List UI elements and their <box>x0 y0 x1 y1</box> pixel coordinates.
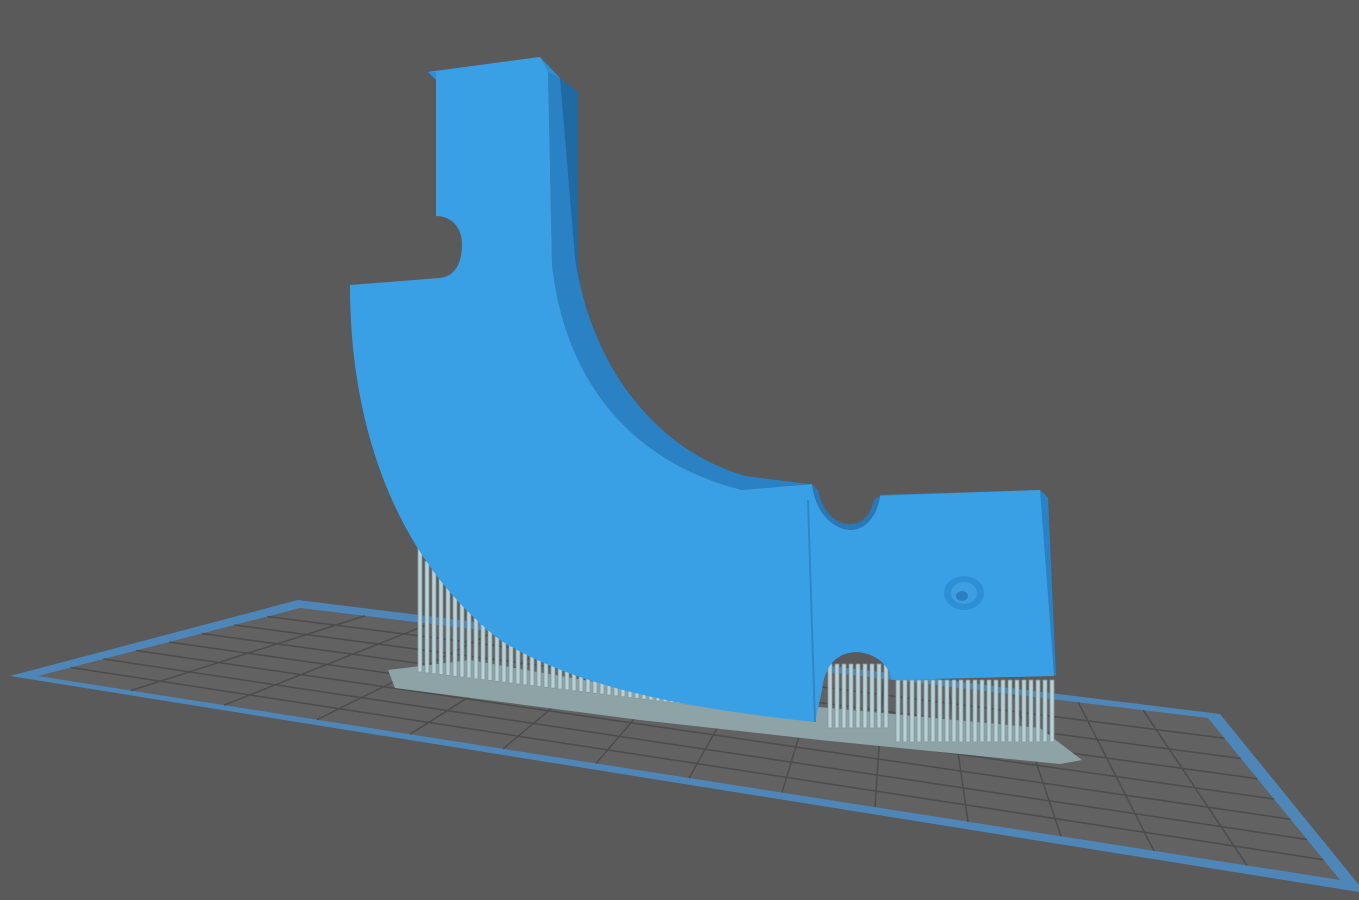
support-pillar <box>902 679 908 743</box>
support-pillar <box>916 679 922 743</box>
countersunk-hole-icon <box>944 576 984 610</box>
support-pillar <box>909 679 915 743</box>
support-pillar <box>848 663 854 729</box>
support-pillar <box>951 679 957 743</box>
support-pillar <box>424 560 430 674</box>
support-pillar <box>1000 679 1006 743</box>
support-pillar <box>431 568 437 675</box>
support-pillar <box>1028 679 1034 743</box>
support-pillar <box>1042 679 1048 743</box>
support-pillar <box>1049 679 1055 743</box>
support-pillar <box>965 679 971 743</box>
support-pillar <box>944 679 950 743</box>
support-pillar <box>895 679 901 743</box>
support-pillar <box>841 663 847 729</box>
support-pillar <box>862 663 868 729</box>
support-pillar <box>827 663 833 729</box>
support-pillar <box>986 679 992 743</box>
support-pillar <box>883 663 889 729</box>
support-pillar <box>869 663 875 729</box>
support-pillar <box>417 544 423 673</box>
support-pillar <box>1007 679 1013 743</box>
support-pillar <box>923 679 929 743</box>
support-pillar <box>438 574 444 675</box>
support-pillar <box>445 579 451 676</box>
support-pillar <box>979 679 985 743</box>
support-pillar <box>958 679 964 743</box>
support-pillar <box>1021 679 1027 743</box>
3d-viewport[interactable] <box>0 0 1359 900</box>
support-pillar <box>930 679 936 743</box>
scene-canvas[interactable] <box>0 0 1359 900</box>
support-pillar <box>1014 679 1020 743</box>
support-pillar <box>937 679 943 743</box>
support-pillar <box>834 663 840 729</box>
support-pillar <box>855 663 861 729</box>
support-pillar <box>1035 679 1041 743</box>
support-pillar <box>972 679 978 743</box>
support-pillar <box>993 679 999 743</box>
support-pillar <box>876 663 882 729</box>
